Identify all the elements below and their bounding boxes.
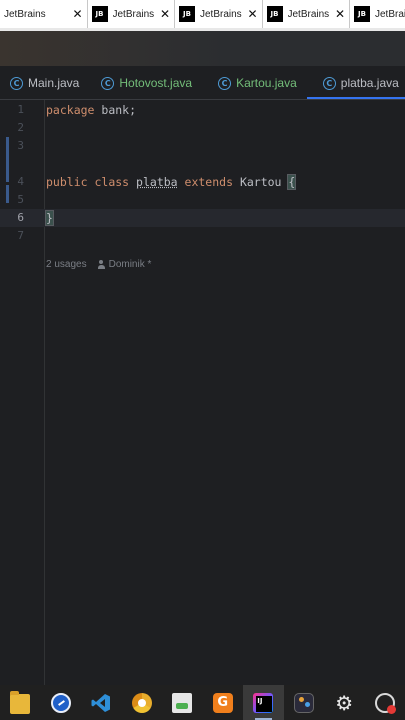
intellij-icon (253, 692, 274, 713)
tab-main-java[interactable]: C Main.java (0, 66, 89, 99)
person-icon (97, 259, 106, 269)
inlay-hint[interactable]: 2 usages Dominik * (46, 256, 151, 272)
close-icon[interactable]: ✕ (72, 7, 82, 21)
gear-icon: ⚙ (335, 690, 354, 715)
taskbar-blue-app[interactable] (41, 685, 82, 720)
browser-tab-strip: JetBrains ✕ JB JetBrains ✕ JB JetBrains … (0, 0, 405, 30)
class-icon: C (10, 76, 23, 90)
tab-platba-java[interactable]: C platba.java (306, 66, 405, 99)
author-name: Dominik * (108, 258, 152, 270)
taskbar-davinci-resolve[interactable] (284, 685, 325, 720)
code-line[interactable]: 4 public class platba extends Kartou { (0, 173, 405, 191)
browser-tab-title: JetBrains (112, 8, 155, 20)
tab-kartou-java[interactable]: C Kartou.java (202, 66, 307, 99)
close-icon[interactable]: ✕ (335, 7, 345, 21)
taskbar-browser[interactable] (122, 685, 163, 720)
author-hint[interactable]: Dominik * (97, 258, 152, 270)
blue-circle-app-icon (50, 692, 71, 713)
jetbrains-logo-icon: JB (179, 6, 195, 22)
taskbar-vscode[interactable] (81, 685, 122, 720)
class-name[interactable]: platba (136, 175, 178, 189)
davinci-resolve-icon (293, 692, 314, 713)
line-number: 2 (17, 121, 24, 134)
line-number: 7 (17, 229, 24, 242)
class-icon: C (322, 76, 336, 90)
jetbrains-logo-icon: JB (266, 6, 283, 22)
folder-icon (10, 690, 31, 714)
vscode-icon (91, 693, 111, 712)
class-icon: C (218, 76, 232, 90)
line-number: 4 (17, 175, 24, 188)
tab-label: platba.java (340, 76, 399, 90)
browser-tab[interactable]: JB JetBrains ✕ (175, 0, 263, 28)
code-line[interactable]: 3 (0, 137, 405, 155)
browser-tab-title: JetBrains (375, 8, 405, 20)
browser-tab-title: JetBrains (4, 8, 46, 20)
class-icon: C (101, 76, 115, 90)
tab-label: Main.java (28, 76, 80, 90)
taskbar-file-explorer[interactable] (0, 685, 41, 720)
browser-tab-title: JetBrains (200, 8, 242, 20)
close-brace: } (45, 210, 54, 226)
parent-class-name[interactable]: Kartou (240, 175, 282, 189)
browser-tab-title: JetBrains (287, 8, 330, 20)
code-text: public class platba extends Kartou { (46, 173, 297, 191)
gauge-icon (374, 692, 396, 714)
code-line[interactable]: 5 (0, 191, 405, 209)
browser-tab[interactable]: JB JetBrains (350, 0, 405, 28)
taskbar-intellij[interactable] (243, 685, 284, 720)
browser-tab[interactable]: JB JetBrains ✕ (263, 0, 350, 28)
code-editor[interactable]: 1 package bank; 2 3 2 usages Dominik * 4… (0, 100, 405, 685)
jetbrains-logo-icon: JB (91, 6, 108, 22)
keyword-public: public (46, 175, 88, 189)
line-number: 6 (17, 211, 24, 224)
close-icon[interactable]: ✕ (247, 7, 257, 21)
taskbar-orange-app[interactable]: G (203, 685, 244, 720)
jetbrains-logo-icon: JB (354, 6, 370, 22)
code-line[interactable]: 7 (0, 227, 405, 245)
code-line[interactable]: 1 package bank; (0, 101, 405, 119)
package-name: bank; (94, 103, 137, 117)
browser-icon (131, 692, 152, 713)
line-number: 1 (17, 103, 24, 116)
line-number: 5 (17, 193, 24, 206)
taskbar-settings[interactable]: ⚙ (324, 685, 365, 720)
tab-label: Hotovost.java (119, 76, 193, 90)
code-text: package bank; (46, 101, 136, 119)
editor-tab-bar: C Main.java C Hotovost.java C Kartou.jav… (0, 66, 405, 100)
keyword-package: package (46, 103, 95, 117)
close-icon[interactable]: ✕ (160, 7, 170, 21)
ide-toolbar (0, 31, 405, 66)
tab-hotovost-java[interactable]: C Hotovost.java (89, 66, 202, 99)
orange-app-icon: G (212, 692, 233, 713)
code-line-current[interactable]: 6 } (0, 209, 405, 227)
usages-hint[interactable]: 2 usages (46, 259, 87, 270)
line-number: 3 (17, 139, 24, 152)
code-line[interactable]: 2 (0, 119, 405, 137)
browser-tab[interactable]: JB JetBrains ✕ (88, 0, 175, 28)
notepad-icon (172, 692, 193, 713)
taskbar-notepad[interactable] (162, 685, 203, 720)
taskbar-monitor-app[interactable] (365, 685, 405, 720)
code-text: } (45, 209, 54, 227)
tab-label: Kartou.java (236, 76, 297, 90)
open-brace: { (287, 174, 297, 190)
browser-tab[interactable]: JetBrains ✕ (0, 0, 88, 28)
keyword-extends: extends (184, 175, 233, 189)
keyword-class: class (94, 175, 130, 189)
taskbar: G ⚙ (0, 685, 405, 720)
